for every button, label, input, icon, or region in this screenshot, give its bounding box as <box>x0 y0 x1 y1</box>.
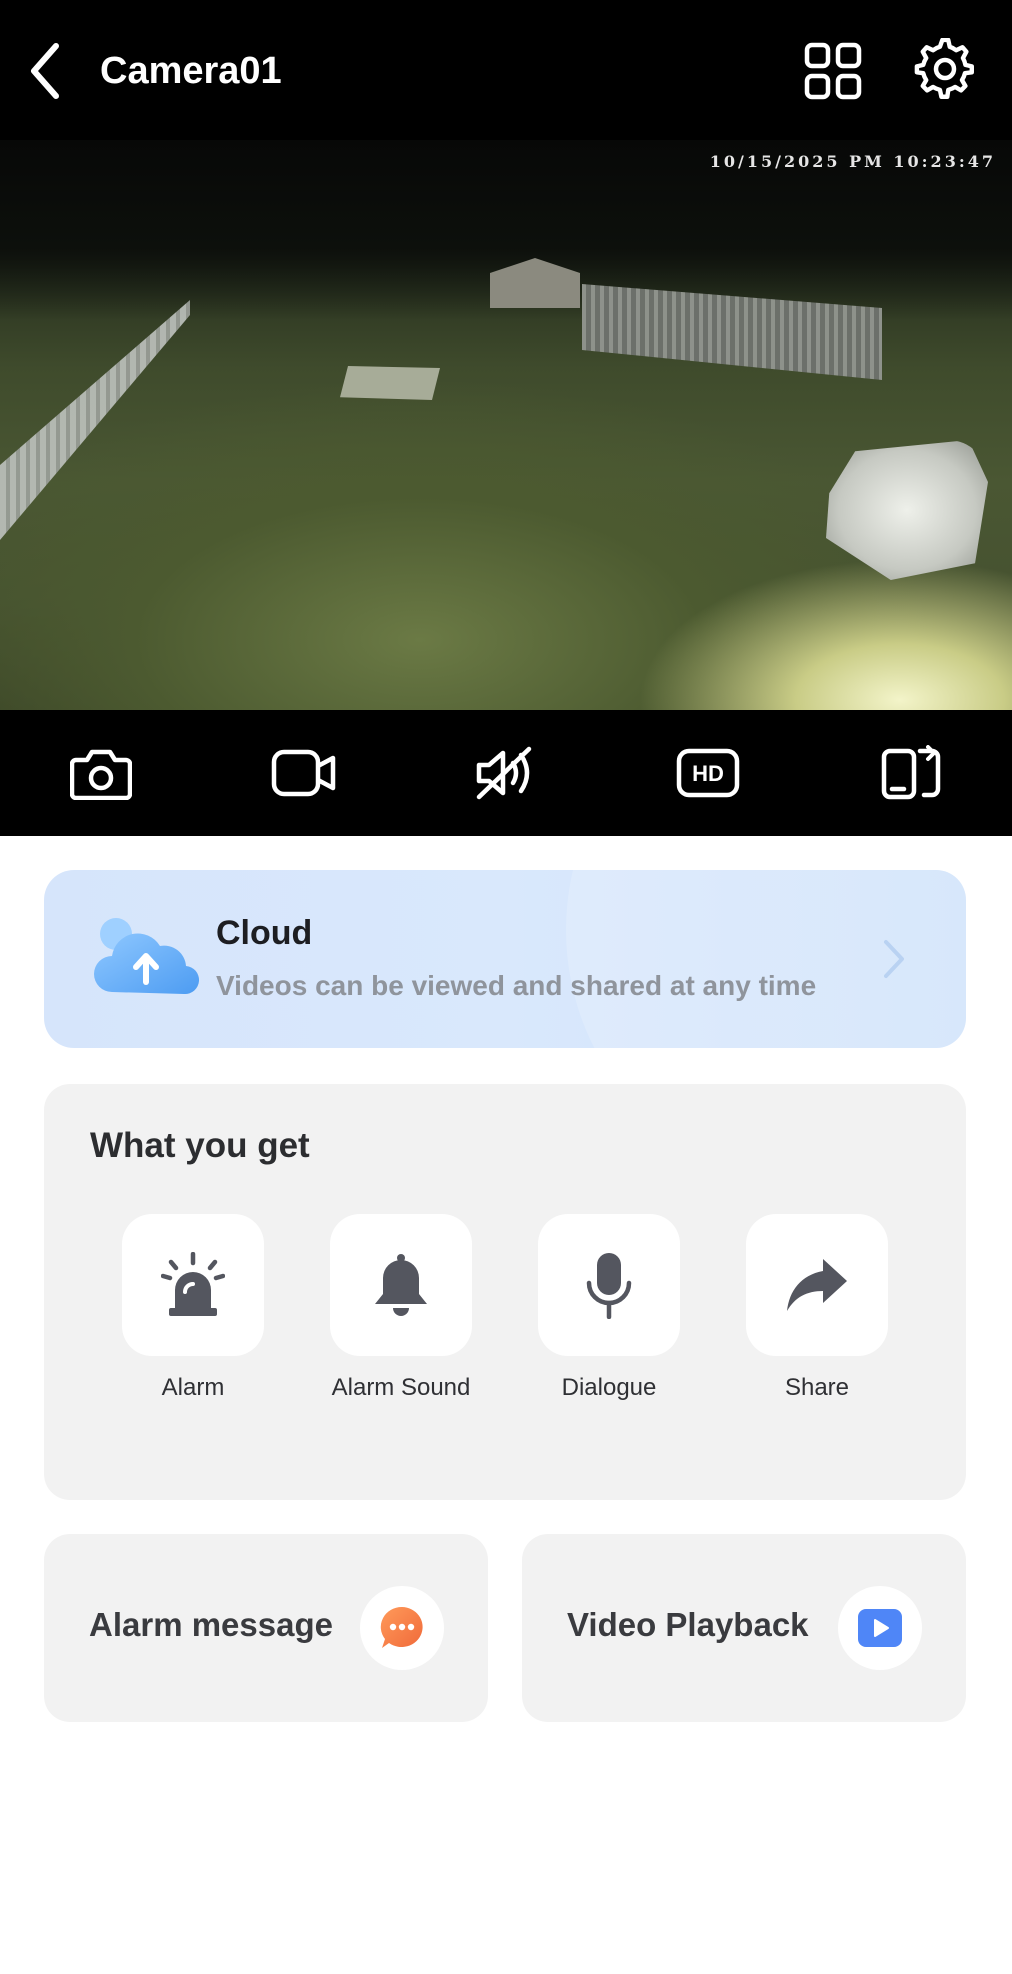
feature-share[interactable]: Share <box>742 1214 892 1402</box>
video-timestamp: 10/15/2025 PM 10:23:47 <box>709 152 996 171</box>
alarm-message-icon-wrap <box>360 1586 444 1670</box>
bell-icon <box>375 1254 427 1316</box>
feature-alarm-sound[interactable]: Alarm Sound <box>326 1214 476 1402</box>
fullscreen-button[interactable] <box>876 738 946 808</box>
cloud-subtitle: Videos can be viewed and shared at any t… <box>216 970 817 1001</box>
grid-icon <box>804 42 862 100</box>
feature-tile <box>330 1214 472 1356</box>
video-controls-bar: HD <box>0 710 1012 836</box>
feature-label: Share <box>784 1374 850 1401</box>
feature-dialogue[interactable]: Dialogue <box>534 1214 684 1402</box>
hd-icon: HD <box>677 748 740 798</box>
play-icon <box>858 1609 902 1647</box>
feature-alarm[interactable]: Alarm <box>118 1214 268 1402</box>
feature-label: Alarm <box>161 1374 225 1401</box>
cloud-banner[interactable]: Cloud Videos can be viewed and shared at… <box>44 870 966 1048</box>
hd-label: HD <box>692 761 724 786</box>
record-button[interactable] <box>269 738 339 808</box>
feature-tile <box>538 1214 680 1356</box>
video-playback-label: Video Playback <box>567 1606 809 1643</box>
banner-decoration <box>566 870 966 1048</box>
video-slab <box>340 366 440 400</box>
mute-button[interactable] <box>471 738 541 808</box>
chat-bubble-icon <box>380 1606 423 1648</box>
page-title: Camera01 <box>100 50 282 92</box>
features-panel: What you get Alarm Alarm Sound Dialogue … <box>44 1084 966 1500</box>
cloud-upload-icon <box>94 918 200 995</box>
video-camera-icon <box>271 749 335 797</box>
siren-icon <box>161 1252 225 1316</box>
camera-icon <box>70 749 133 800</box>
share-arrow-icon <box>787 1259 847 1311</box>
rotate-screen-icon <box>881 745 940 800</box>
features-title: What you get <box>90 1126 310 1165</box>
gear-icon <box>914 37 974 99</box>
speaker-muted-icon <box>476 746 532 800</box>
snapshot-button[interactable] <box>66 738 136 808</box>
feature-tile <box>746 1214 888 1356</box>
chevron-right-icon <box>884 940 904 978</box>
hd-quality-button[interactable]: HD <box>673 738 743 808</box>
feature-label: Alarm Sound <box>331 1374 471 1401</box>
video-playback-icon-wrap <box>838 1586 922 1670</box>
top-bar: Camera01 <box>0 0 1012 140</box>
feature-label: Dialogue <box>561 1374 657 1401</box>
live-video-view[interactable]: 10/15/2025 PM 10:23:47 <box>0 140 1012 710</box>
video-fence <box>0 300 190 540</box>
back-button[interactable] <box>26 42 66 100</box>
cloud-title: Cloud <box>216 914 313 952</box>
multi-view-button[interactable] <box>804 42 862 100</box>
video-playback-card[interactable]: Video Playback <box>522 1534 966 1722</box>
feature-tile <box>122 1214 264 1356</box>
settings-button[interactable] <box>914 37 976 100</box>
video-car <box>826 440 988 580</box>
microphone-icon <box>586 1253 632 1319</box>
chevron-left-icon <box>31 43 59 99</box>
alarm-message-label: Alarm message <box>89 1606 333 1643</box>
alarm-message-card[interactable]: Alarm message <box>44 1534 488 1722</box>
